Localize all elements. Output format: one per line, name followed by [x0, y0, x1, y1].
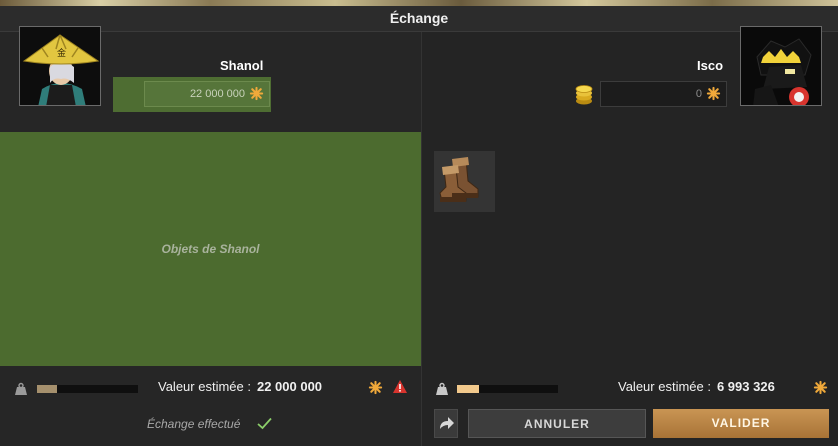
player-name-right: Isco: [697, 58, 724, 73]
objects-dropzone-left[interactable]: Objets de Shanol: [0, 132, 421, 366]
kama-currency-icon: [813, 380, 828, 395]
pod-weight-bar-left: [37, 385, 138, 393]
window-title: Échange: [389, 10, 449, 26]
estimated-value-label: Valeur estimée :: [618, 379, 711, 394]
weight-icon: [436, 382, 448, 395]
weight-icon: [15, 382, 27, 395]
player-name-left: Shanol: [220, 58, 264, 73]
kamas-input-right: 0: [600, 81, 727, 107]
estimated-value-amount: 22 000 000: [256, 379, 323, 394]
kama-currency-icon: [249, 86, 264, 101]
kama-currency-icon: [368, 380, 383, 395]
title-bar: Échange: [0, 6, 838, 32]
validate-button[interactable]: VALIDER: [653, 409, 829, 438]
right-trade-panel: Isco 0 Valeur estimée: 6 993 326 ANNULE…: [421, 26, 838, 446]
checkmark-icon: [257, 417, 272, 430]
boots-icon: [439, 157, 479, 202]
item-slot[interactable]: [434, 151, 495, 212]
kamas-value-left: 22 000 000: [189, 88, 245, 100]
left-trade-panel: 金 Shanol 22 000 000 Objets de Shanol Val…: [0, 26, 421, 446]
trade-status-text: Échange effectué: [147, 417, 241, 431]
kamas-coins-icon: [575, 85, 593, 105]
share-button[interactable]: [434, 409, 458, 438]
pod-weight-bar-right: [457, 385, 558, 393]
svg-text:金: 金: [57, 47, 66, 59]
estimated-value-amount: 6 993 326: [716, 379, 775, 394]
share-arrow-icon: [440, 417, 454, 429]
dropzone-label: Objets de Shanol: [161, 242, 260, 256]
estimated-value-label: Valeur estimée :: [158, 379, 251, 394]
kamas-input-left[interactable]: 22 000 000: [144, 81, 270, 107]
pod-weight-fill-right: [457, 385, 480, 393]
estimated-value-right: Valeur estimée : 6 993 326: [618, 379, 775, 394]
player-avatar-right: [740, 26, 822, 106]
cancel-button[interactable]: ANNULER: [468, 409, 646, 438]
player-avatar-left: 金: [19, 26, 101, 106]
warning-icon[interactable]: [392, 379, 408, 394]
kama-currency-icon: [706, 86, 721, 101]
pod-weight-fill-left: [37, 385, 58, 393]
kamas-value-right: 0: [695, 88, 702, 100]
estimated-value-left: Valeur estimée : 22 000 000: [158, 379, 322, 394]
